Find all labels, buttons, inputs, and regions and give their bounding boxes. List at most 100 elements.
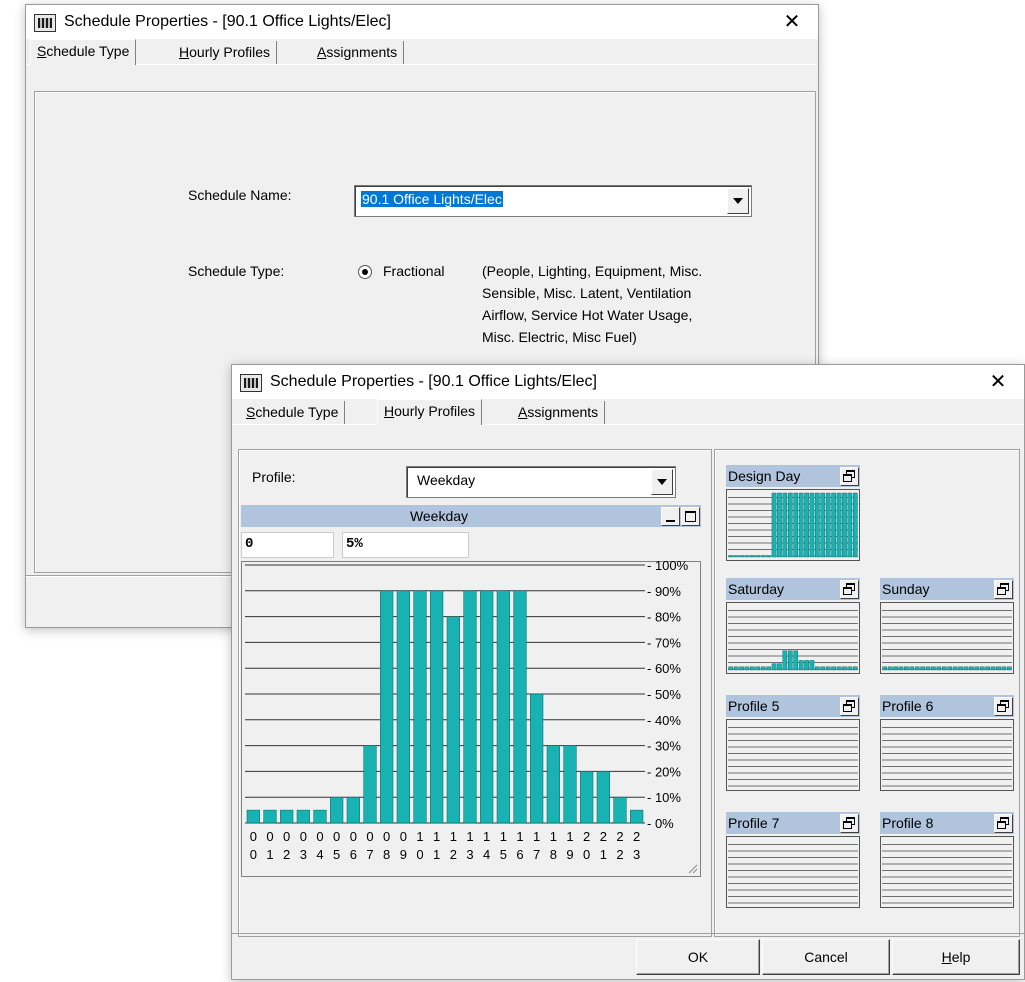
schedule-name-dropdown-arrow[interactable]	[727, 188, 749, 214]
bar-hour-23[interactable]	[630, 809, 644, 824]
back-tab-schedule-type[interactable]: Schedule Type	[30, 39, 137, 65]
front-tab-hourly-profiles[interactable]: Hourly Profiles	[377, 399, 483, 425]
thumbnail-sunday[interactable]: Sunday	[880, 578, 1014, 674]
y-tick-label: - 100%	[647, 561, 689, 573]
bar-hour-12[interactable]	[446, 616, 460, 824]
x-tick-label: 5	[500, 847, 507, 862]
bar-hour-16[interactable]	[513, 590, 527, 824]
thumbnail-bar	[914, 666, 920, 671]
bar-hour-05[interactable]	[330, 796, 344, 824]
restore-icon[interactable]	[840, 697, 859, 716]
thumbnail-bar	[787, 492, 793, 558]
schedule-type-label: Schedule Type:	[188, 263, 285, 279]
bar-hour-08[interactable]	[380, 590, 394, 824]
restore-icon[interactable]	[840, 814, 859, 833]
bar-hour-17[interactable]	[530, 693, 544, 824]
thumbnail-bar	[739, 555, 744, 558]
thumbnail-chart	[726, 489, 860, 561]
front-title-bar[interactable]: Schedule Properties - [90.1 Office Light…	[232, 365, 1024, 399]
fractional-radio[interactable]	[358, 265, 372, 279]
thumbnail-title: Sunday	[882, 581, 930, 597]
thumbnail-bar	[825, 666, 831, 671]
thumbnail-bar	[941, 666, 947, 671]
thumbnail-bar	[766, 555, 771, 558]
x-tick-label: 4	[316, 847, 323, 862]
y-tick-label: - 20%	[647, 764, 681, 779]
front-window-title: Schedule Properties - [90.1 Office Light…	[270, 373, 597, 390]
bar-hour-15[interactable]	[496, 590, 510, 824]
bar-hour-00[interactable]	[246, 809, 260, 824]
thumbnail-profile-6[interactable]: Profile 6	[880, 695, 1014, 791]
restore-icon[interactable]	[994, 814, 1013, 833]
thumbnail-bar	[809, 492, 815, 558]
back-tab-assignments[interactable]: Assignments	[311, 41, 405, 64]
bar-hour-18[interactable]	[546, 745, 560, 824]
front-tab-assignments[interactable]: Assignments	[512, 401, 606, 424]
x-tick-label: 0	[266, 829, 273, 844]
chart-maximize-button[interactable]	[681, 507, 700, 526]
back-tab-hourly-profiles[interactable]: Hourly Profiles	[173, 41, 278, 64]
x-tick-label: 1	[500, 829, 507, 844]
thumbnail-bar	[847, 666, 853, 671]
profile-dropdown-arrow[interactable]	[651, 469, 673, 495]
thumbnail-design-day[interactable]: Design Day	[726, 465, 860, 561]
bar-hour-01[interactable]	[263, 809, 277, 824]
bar-hour-03[interactable]	[296, 809, 310, 824]
bar-hour-19[interactable]	[563, 745, 577, 824]
bar-hour-20[interactable]	[580, 771, 594, 824]
bar-hour-06[interactable]	[346, 796, 360, 824]
thumbnail-profile-8[interactable]: Profile 8	[880, 812, 1014, 908]
schedule-name-combo[interactable]: 90.1 Office Lights/Elec	[354, 185, 752, 217]
thumbnail-profile-7[interactable]: Profile 7	[726, 812, 860, 908]
x-tick-label: 8	[550, 847, 557, 862]
thumbnail-bar	[990, 666, 996, 671]
bar-hour-13[interactable]	[463, 590, 477, 824]
bar-hour-11[interactable]	[430, 590, 444, 824]
thumbnail-header: Profile 5	[726, 695, 860, 717]
x-tick-label: 3	[633, 847, 640, 862]
bar-hour-09[interactable]	[396, 590, 410, 824]
thumbnail-bar	[958, 666, 963, 671]
fractional-label[interactable]: Fractional	[383, 263, 444, 279]
x-tick-label: 2	[600, 829, 607, 844]
front-tab-schedule-type[interactable]: Schedule Type	[240, 401, 346, 424]
x-tick-label: 0	[583, 847, 590, 862]
help-button[interactable]: Help	[892, 939, 1020, 975]
y-tick-label: - 70%	[647, 635, 681, 650]
restore-icon[interactable]	[994, 697, 1013, 716]
restore-icon[interactable]	[840, 580, 859, 599]
x-tick-label: 2	[616, 847, 623, 862]
restore-icon[interactable]	[840, 467, 859, 486]
ok-button[interactable]: OK	[636, 939, 760, 975]
restore-icon[interactable]	[994, 580, 1013, 599]
bar-hour-14[interactable]	[480, 590, 494, 824]
bar-hour-04[interactable]	[313, 809, 327, 824]
bar-hour-22[interactable]	[613, 796, 627, 824]
thumbnail-bar	[733, 666, 739, 671]
front-close-button[interactable]: ✕	[982, 368, 1014, 396]
profile-combo[interactable]: Weekday	[406, 466, 676, 498]
x-tick-label: 1	[433, 847, 440, 862]
bar-hour-07[interactable]	[363, 745, 377, 824]
back-title-bar[interactable]: Schedule Properties - [90.1 Office Light…	[26, 5, 818, 39]
x-tick-label: 6	[350, 847, 357, 862]
thumbnail-bar	[798, 660, 804, 671]
chart-minimize-button[interactable]	[661, 507, 680, 526]
x-tick-label: 6	[516, 847, 523, 862]
thumbnail-profile-5[interactable]: Profile 5	[726, 695, 860, 791]
x-tick-label: 0	[250, 847, 257, 862]
thumbnail-bar	[728, 555, 734, 558]
bar-hour-21[interactable]	[596, 771, 610, 824]
bar-hour-10[interactable]	[413, 590, 427, 824]
hour-field[interactable]: 0	[241, 532, 334, 558]
thumbnail-title: Profile 5	[728, 698, 780, 714]
value-field[interactable]: 5%	[342, 532, 469, 558]
thumbnail-saturday[interactable]: Saturday	[726, 578, 860, 674]
back-close-button[interactable]: ✕	[776, 8, 808, 36]
hourly-profile-chart[interactable]: - 100% - 90% - 80% - 70% - 60% - 50% - 40% - 30…	[241, 561, 701, 877]
bar-hour-02[interactable]	[280, 809, 294, 824]
cancel-button[interactable]: Cancel	[762, 939, 890, 975]
x-tick-label: 7	[533, 847, 540, 862]
thumbnail-bar	[815, 666, 820, 671]
thumbnail-bar	[963, 666, 969, 671]
